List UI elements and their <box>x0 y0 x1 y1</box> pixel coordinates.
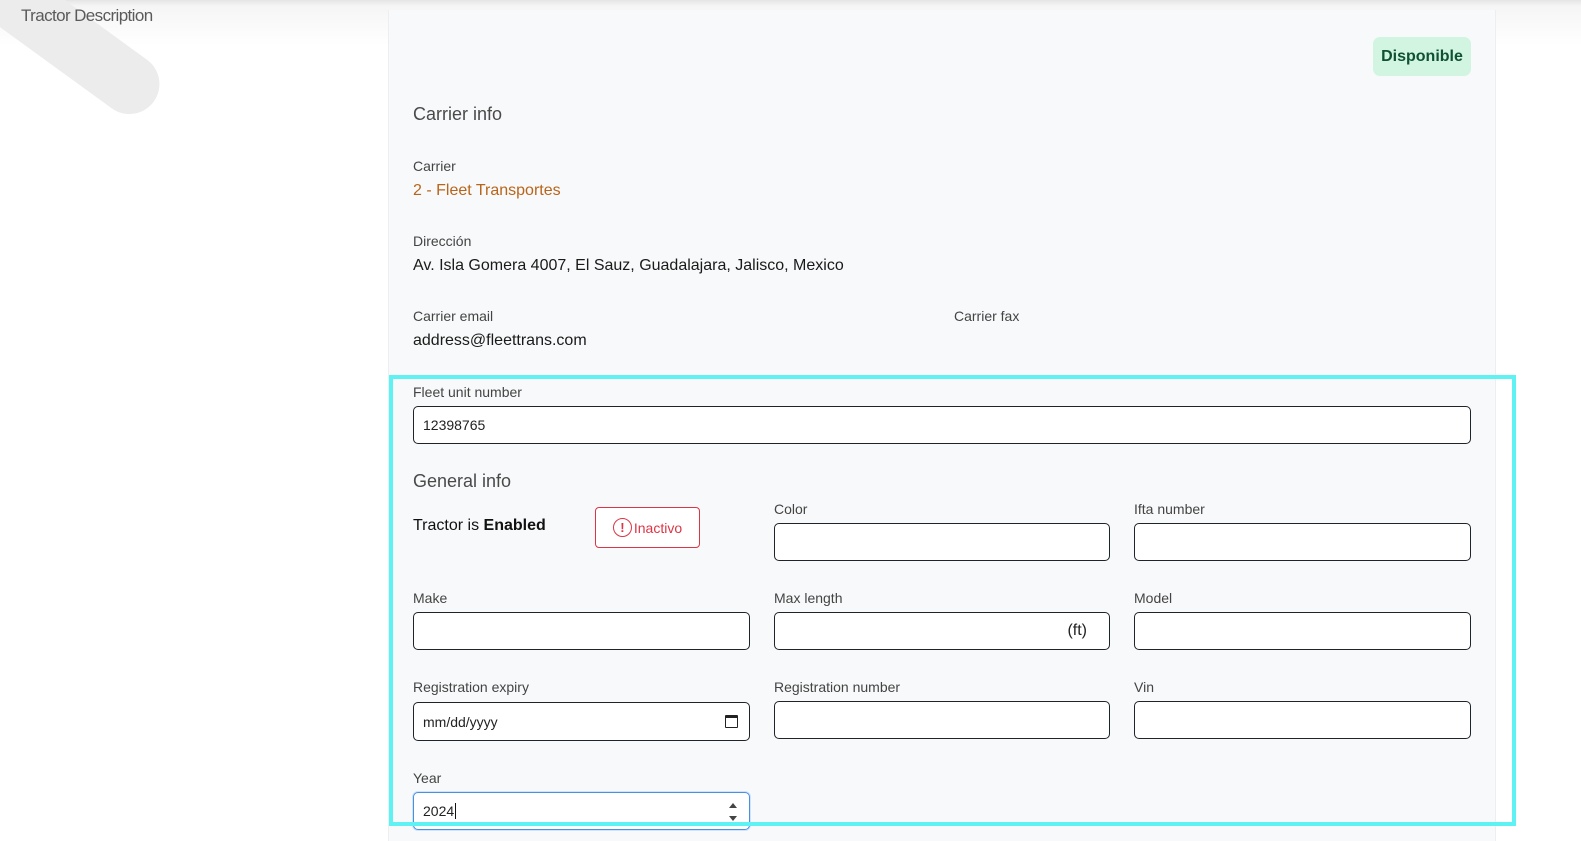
inactive-button-label: Inactivo <box>633 519 683 536</box>
max-length-unit: (ft) <box>1067 622 1087 639</box>
general-info-title: General info <box>413 471 512 491</box>
fleet-unit-value: 12398765 <box>423 417 486 433</box>
year-label: Year <box>413 770 442 786</box>
model-label: Model <box>1134 590 1173 606</box>
spinner-down-icon[interactable] <box>728 816 737 821</box>
color-label: Color <box>774 501 808 517</box>
max-length-label: Max length <box>774 590 843 606</box>
carrier-fax-label: Carrier fax <box>954 308 1020 324</box>
ifta-number-input[interactable] <box>1134 523 1471 561</box>
carrier-link[interactable]: 2 - Fleet Transportes <box>413 182 561 200</box>
year-input[interactable]: 2024 <box>413 792 750 830</box>
inactive-button[interactable]: ! Inactivo <box>595 507 700 548</box>
spinner-up-icon[interactable] <box>728 803 737 808</box>
exclamation-circle-icon: ! <box>612 518 632 537</box>
fleet-unit-label: Fleet unit number <box>413 384 522 400</box>
carrier-label: Carrier <box>413 158 456 174</box>
year-value: 2024 <box>423 803 455 819</box>
vin-label: Vin <box>1134 679 1154 695</box>
carrier-email-value: address@fleettrans.com <box>413 332 587 349</box>
registration-number-input[interactable] <box>774 701 1110 739</box>
calendar-icon[interactable] <box>725 715 738 728</box>
fleet-unit-input[interactable]: 12398765 <box>413 406 1471 444</box>
address-value: Av. Isla Gomera 4007, El Sauz, Guadalaja… <box>413 257 844 274</box>
status-badge: Disponible <box>1373 37 1471 76</box>
max-length-input[interactable]: (ft) <box>774 612 1110 650</box>
tractor-status-value: Enabled <box>483 517 546 534</box>
registration-number-label: Registration number <box>774 679 901 695</box>
tractor-status-text: Tractor is Enabled <box>413 517 546 535</box>
ifta-number-label: Ifta number <box>1134 501 1205 517</box>
text-caret <box>455 803 457 819</box>
registration-expiry-input[interactable]: mm/dd/yyyy <box>413 702 750 741</box>
page-title: Tractor Description <box>21 6 153 25</box>
carrier-email-label: Carrier email <box>413 308 494 324</box>
model-input[interactable] <box>1134 612 1471 650</box>
carrier-info-title: Carrier info <box>413 104 503 124</box>
spinner-arrows-icon[interactable] <box>728 803 737 821</box>
address-label: Dirección <box>413 233 472 249</box>
color-input[interactable] <box>774 523 1110 561</box>
make-input[interactable] <box>413 612 750 650</box>
registration-expiry-value: mm/dd/yyyy <box>423 713 498 730</box>
vin-input[interactable] <box>1134 701 1471 739</box>
make-label: Make <box>413 590 448 606</box>
tractor-status-prefix: Tractor is <box>413 517 484 534</box>
registration-expiry-label: Registration expiry <box>413 679 529 695</box>
